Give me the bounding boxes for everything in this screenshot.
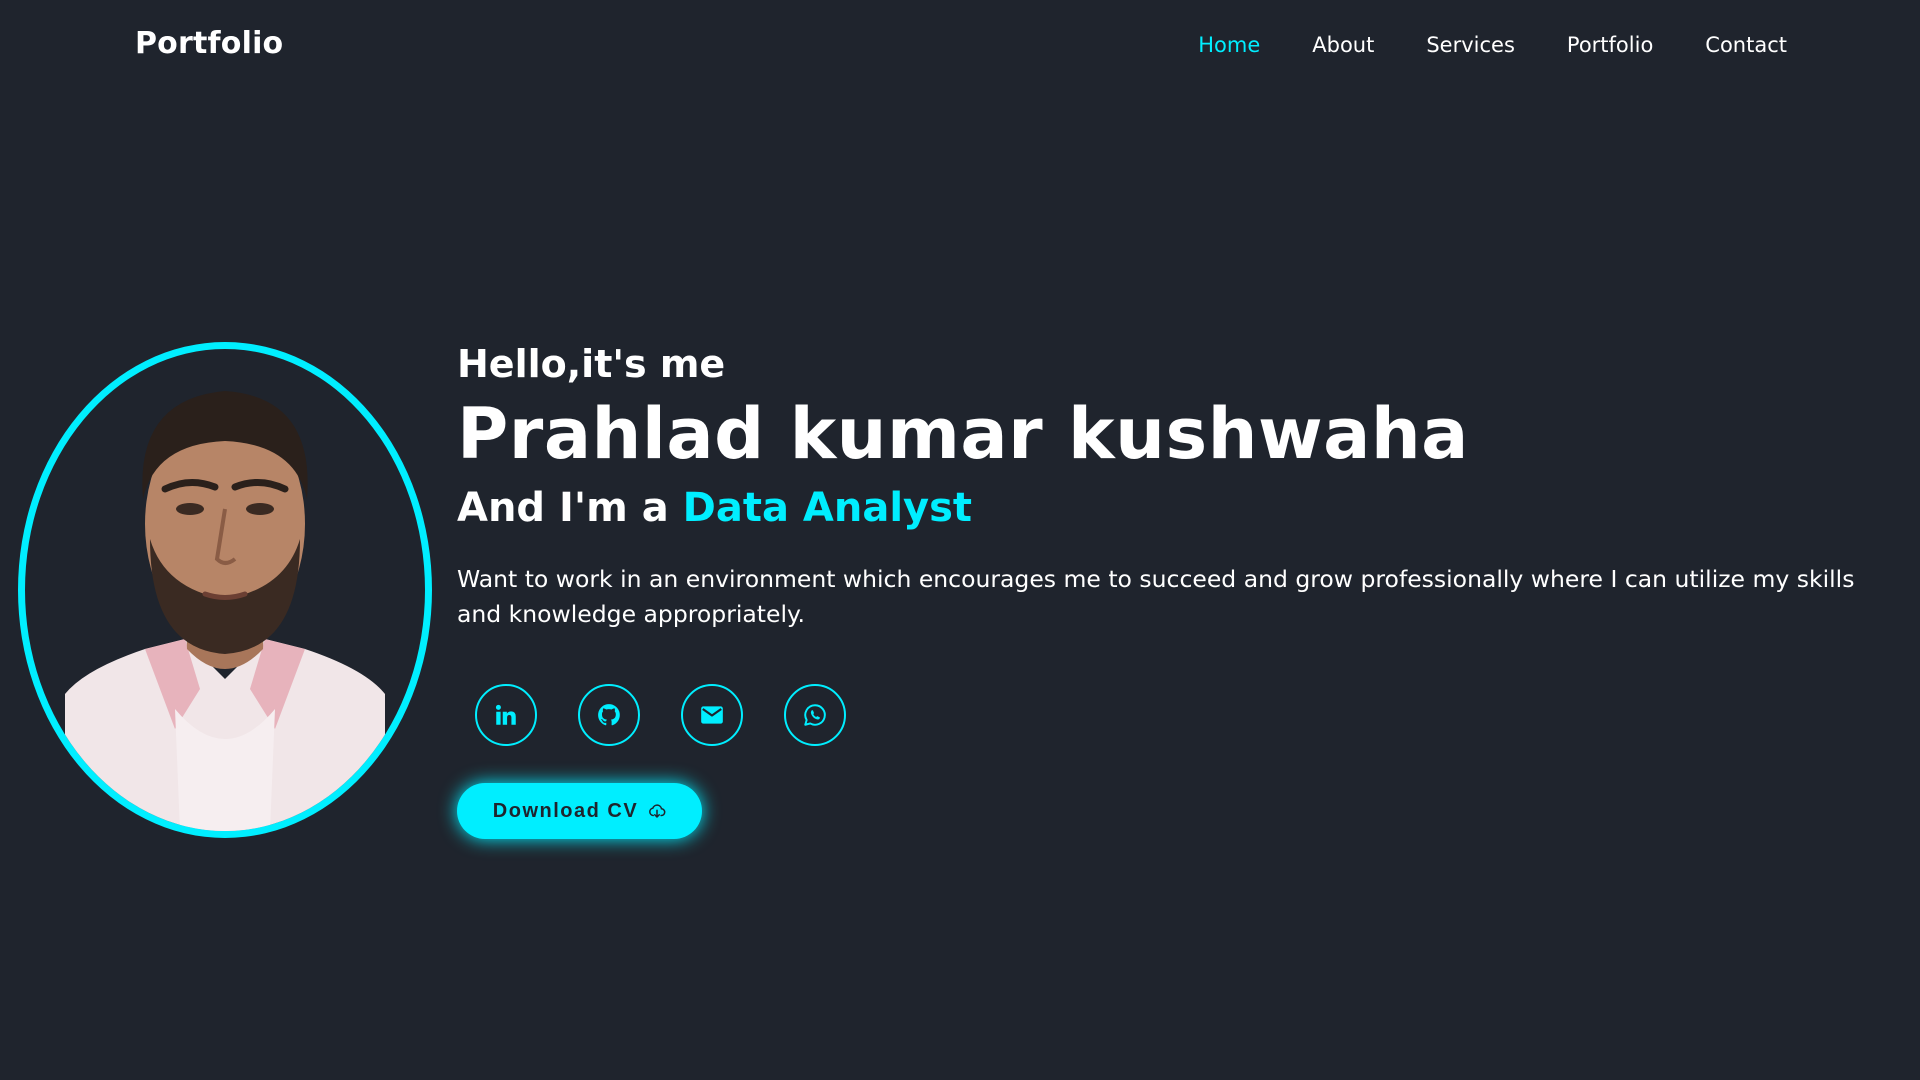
hero-role: And I'm a Data Analyst: [457, 484, 1897, 532]
site-header: Portfolio Home About Services Portfolio …: [0, 0, 1920, 95]
nav-portfolio[interactable]: Portfolio: [1567, 33, 1653, 57]
role-prefix: And I'm a: [457, 485, 683, 532]
nav-home[interactable]: Home: [1198, 33, 1260, 57]
linkedin-icon: [495, 704, 516, 725]
profile-photo: [18, 342, 432, 838]
email-button[interactable]: [681, 684, 743, 746]
social-links: [475, 684, 846, 746]
hero-content: Hello,it's me Prahlad kumar kushwaha And…: [457, 342, 1897, 633]
whatsapp-button[interactable]: [784, 684, 846, 746]
role-highlight: Data Analyst: [682, 485, 973, 532]
download-cv-button[interactable]: Download CV: [457, 783, 702, 839]
mail-icon: [701, 706, 723, 724]
github-icon: [598, 704, 620, 726]
hero-bio: Want to work in an environment which enc…: [457, 565, 1855, 629]
nav-contact[interactable]: Contact: [1705, 33, 1787, 57]
profile-portrait: [65, 391, 385, 831]
whatsapp-icon: [804, 704, 826, 726]
nav-about[interactable]: About: [1312, 33, 1374, 57]
greeting: Hello,it's me: [457, 342, 726, 386]
nav-services[interactable]: Services: [1426, 33, 1515, 57]
linkedin-button[interactable]: [475, 684, 537, 746]
hero-name: Prahlad kumar kushwaha: [457, 392, 1469, 475]
cloud-download-icon: [649, 804, 666, 818]
logo[interactable]: Portfolio: [135, 26, 283, 61]
github-button[interactable]: [578, 684, 640, 746]
download-cv-label: Download CV: [492, 799, 639, 822]
main-nav: Home About Services Portfolio Contact: [1198, 33, 1787, 57]
